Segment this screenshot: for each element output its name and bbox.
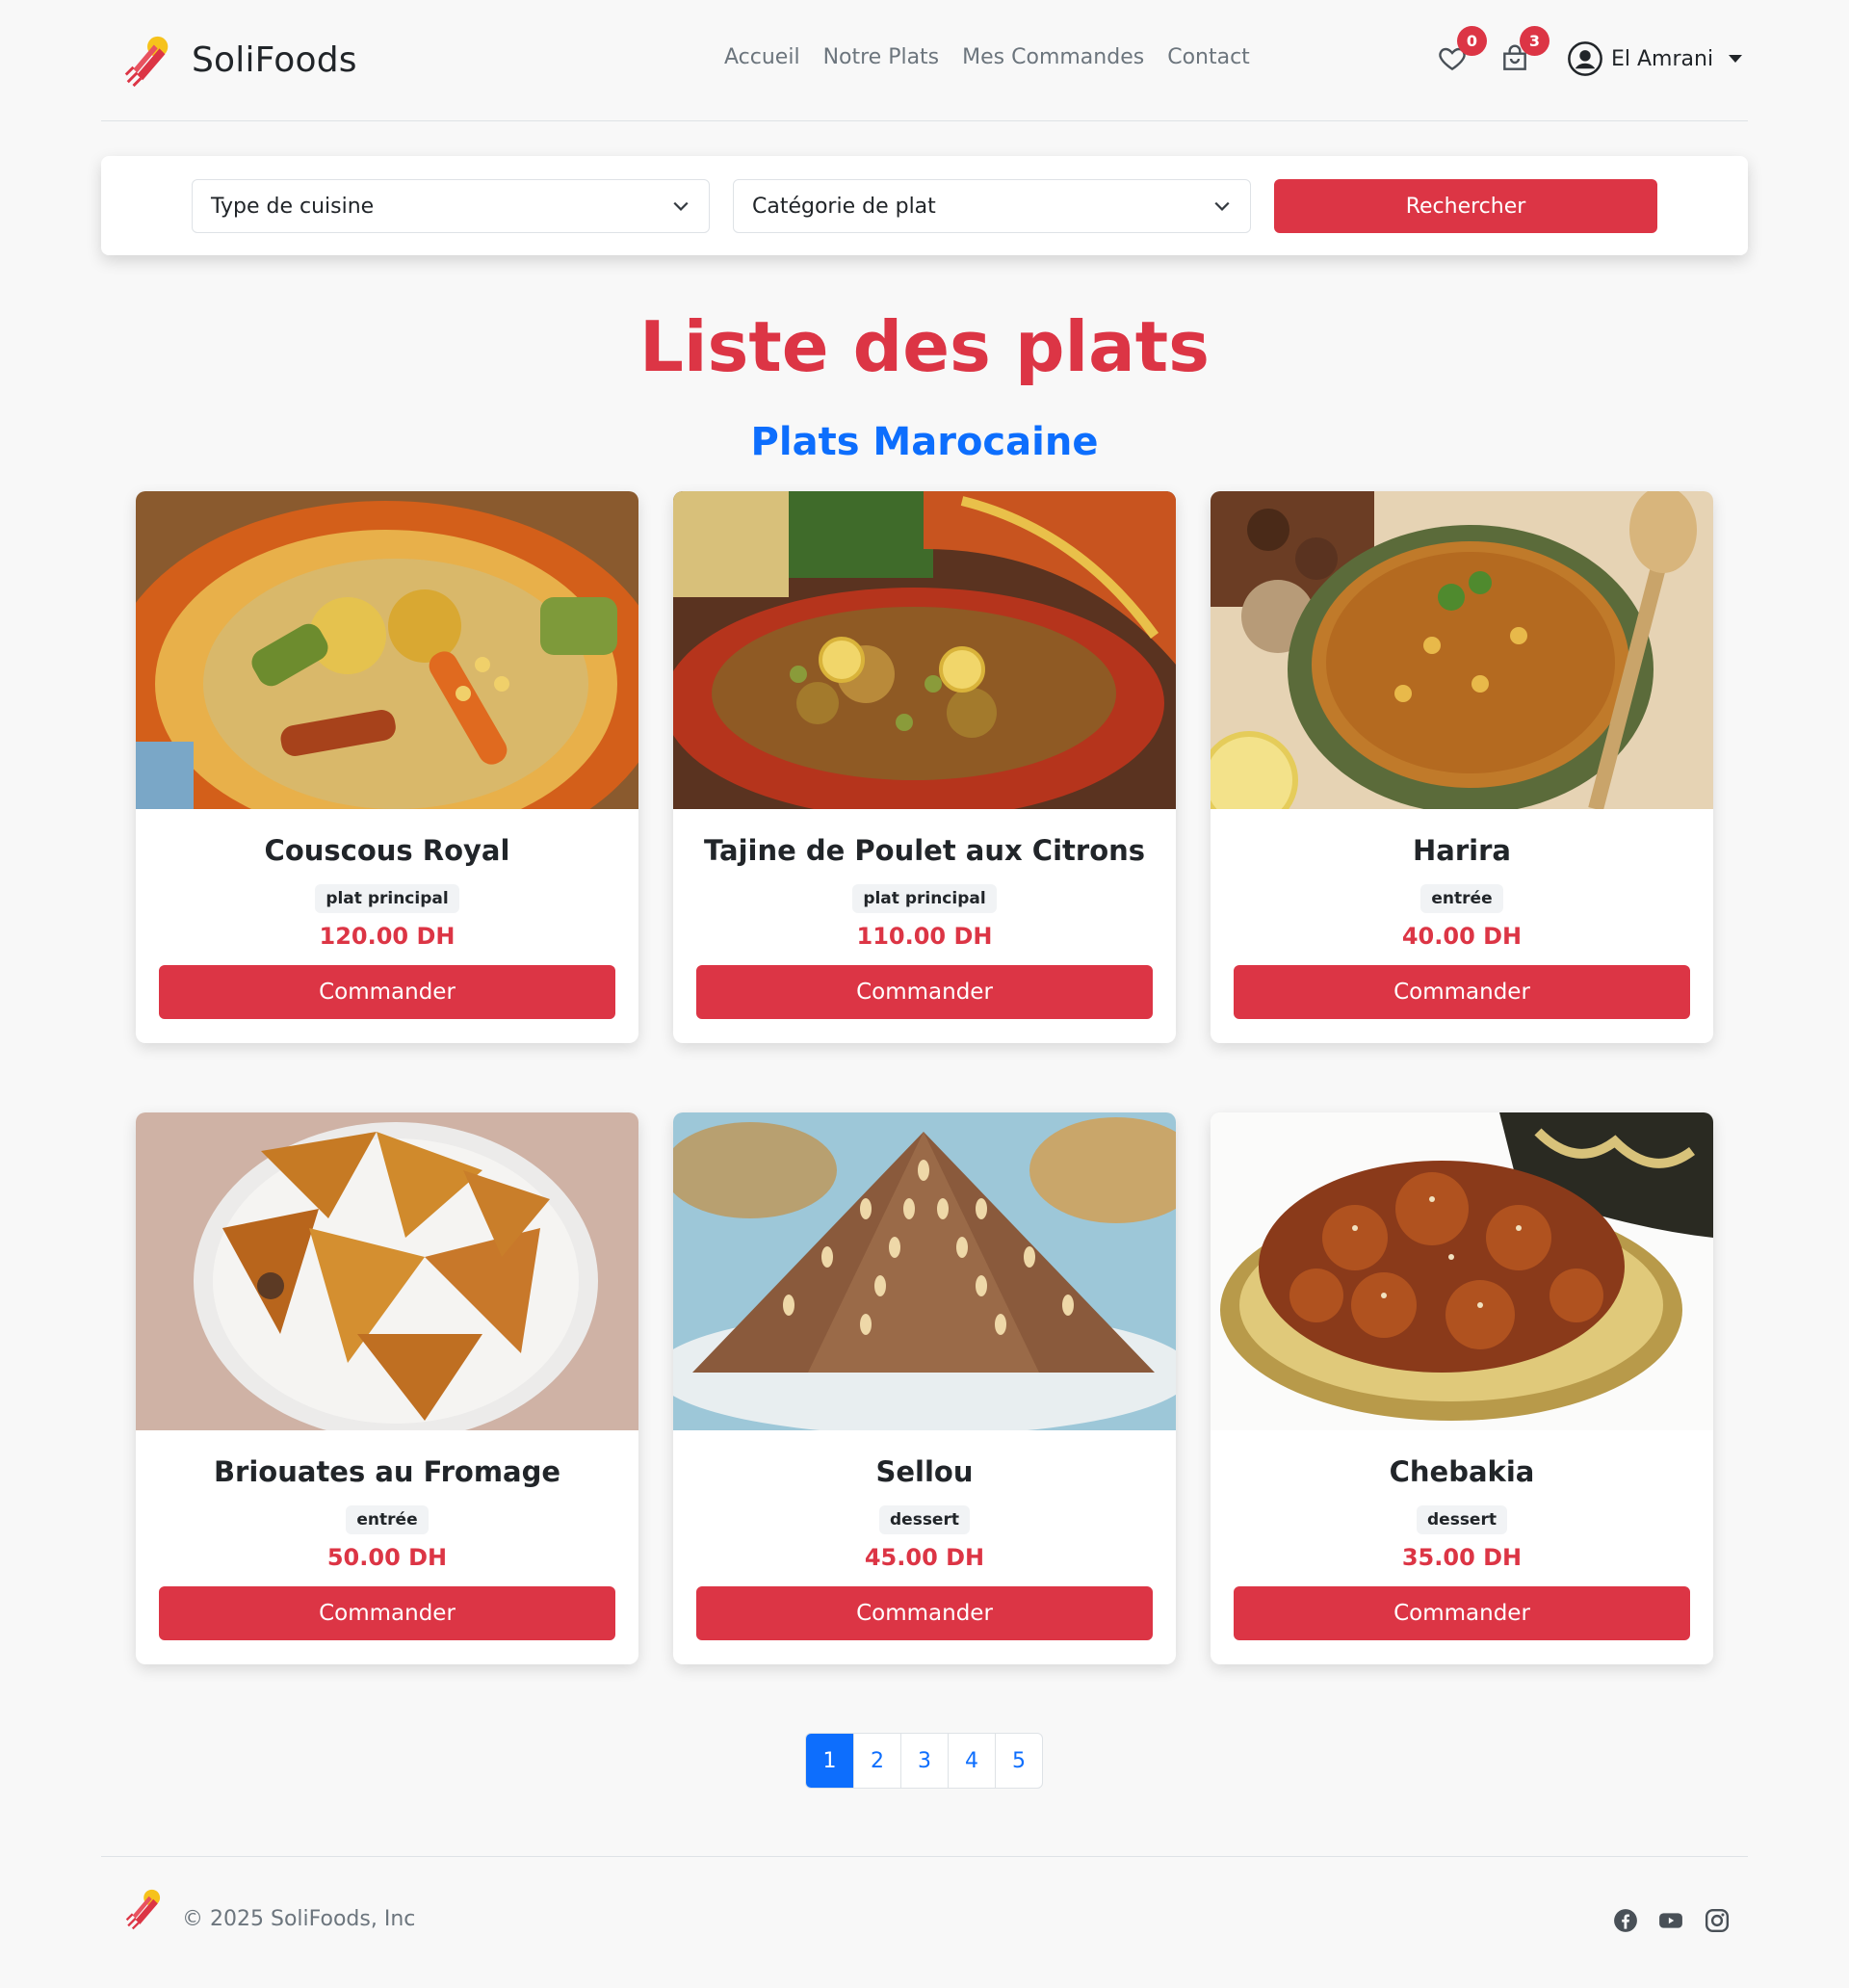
brand-name: SoliFoods bbox=[192, 39, 357, 80]
caret-down-icon bbox=[1729, 55, 1743, 63]
dish-price: 40.00 DH bbox=[1401, 923, 1523, 950]
favorites-button[interactable]: 0 bbox=[1437, 26, 1487, 78]
dish-image bbox=[1211, 491, 1713, 809]
order-button[interactable]: Commander bbox=[696, 965, 1153, 1019]
dish-card: Couscous Royal plat principal 120.00 DH … bbox=[136, 491, 638, 1043]
dish-name: Tajine de Poulet aux Citrons bbox=[703, 834, 1146, 867]
order-button[interactable]: Commander bbox=[159, 1586, 615, 1640]
user-name: El Amrani bbox=[1611, 46, 1714, 71]
site-header: SoliFoods Accueil Notre Plats Mes Comman… bbox=[101, 0, 1748, 121]
page-2[interactable]: 2 bbox=[853, 1734, 900, 1788]
dish-price: 35.00 DH bbox=[1401, 1544, 1523, 1571]
rocket-logo-icon bbox=[124, 36, 169, 88]
dish-name: Sellou bbox=[875, 1455, 974, 1488]
youtube-icon[interactable] bbox=[1658, 1908, 1683, 1933]
favorites-count-badge: 0 bbox=[1457, 26, 1487, 56]
dish-category-badge: dessert bbox=[879, 1505, 970, 1534]
dish-card: Tajine de Poulet aux Citrons plat princi… bbox=[673, 491, 1176, 1043]
dish-price: 50.00 DH bbox=[326, 1544, 448, 1571]
dish-image bbox=[136, 1112, 638, 1430]
page-3[interactable]: 3 bbox=[900, 1734, 948, 1788]
dish-category-badge: plat principal bbox=[852, 884, 997, 913]
main-nav: Accueil Notre Plats Mes Commandes Contac… bbox=[724, 45, 1250, 69]
facebook-icon[interactable] bbox=[1613, 1908, 1638, 1933]
dish-price: 120.00 DH bbox=[319, 923, 456, 950]
cuisine-type-select[interactable]: Type de cuisine bbox=[192, 179, 710, 233]
search-filter-bar: Type de cuisine Catégorie de plat Recher… bbox=[101, 156, 1748, 255]
dish-image bbox=[1211, 1112, 1713, 1430]
section-title: Plats Marocaine bbox=[750, 420, 1099, 464]
copyright: © 2025 SoliFoods, Inc bbox=[182, 1907, 416, 1931]
site-footer: © 2025 SoliFoods, Inc bbox=[101, 1856, 1748, 1952]
page-1[interactable]: 1 bbox=[806, 1734, 853, 1788]
order-button[interactable]: Commander bbox=[1234, 965, 1690, 1019]
user-menu[interactable]: El Amrani bbox=[1567, 40, 1743, 77]
dish-card: Harira entrée 40.00 DH Commander bbox=[1211, 491, 1713, 1043]
dish-card: Briouates au Fromage entrée 50.00 DH Com… bbox=[136, 1112, 638, 1664]
cuisine-type-value: Type de cuisine bbox=[211, 194, 375, 219]
pagination: 1 2 3 4 5 bbox=[805, 1733, 1043, 1789]
dish-name: Couscous Royal bbox=[264, 834, 510, 867]
page-4[interactable]: 4 bbox=[948, 1734, 995, 1788]
dish-name: Harira bbox=[1413, 834, 1511, 867]
chevron-down-icon bbox=[673, 201, 689, 211]
rocket-logo-icon[interactable] bbox=[122, 1886, 167, 1930]
dish-image bbox=[136, 491, 638, 809]
dish-name: Chebakia bbox=[1389, 1455, 1535, 1488]
dish-category-value: Catégorie de plat bbox=[752, 194, 936, 219]
brand[interactable]: SoliFoods bbox=[120, 32, 357, 88]
dish-price: 110.00 DH bbox=[856, 923, 993, 950]
cart-count-badge: 3 bbox=[1520, 26, 1550, 56]
nav-mes-commandes[interactable]: Mes Commandes bbox=[962, 45, 1144, 69]
dish-card: Sellou dessert 45.00 DH Commander bbox=[673, 1112, 1176, 1664]
nav-accueil[interactable]: Accueil bbox=[724, 45, 800, 69]
dish-category-badge: plat principal bbox=[315, 884, 459, 913]
nav-notre-plats[interactable]: Notre Plats bbox=[823, 45, 940, 69]
order-button[interactable]: Commander bbox=[159, 965, 615, 1019]
instagram-icon[interactable] bbox=[1705, 1908, 1730, 1933]
user-avatar-icon bbox=[1568, 41, 1602, 76]
dish-image bbox=[673, 491, 1176, 809]
chevron-down-icon bbox=[1214, 201, 1230, 211]
dish-name: Briouates au Fromage bbox=[213, 1455, 561, 1488]
dish-card: Chebakia dessert 35.00 DH Commander bbox=[1211, 1112, 1713, 1664]
order-button[interactable]: Commander bbox=[1234, 1586, 1690, 1640]
cart-button[interactable]: 3 bbox=[1499, 26, 1550, 78]
dish-image bbox=[673, 1112, 1176, 1430]
dish-category-badge: entrée bbox=[346, 1505, 429, 1534]
page-5[interactable]: 5 bbox=[995, 1734, 1042, 1788]
dish-category-select[interactable]: Catégorie de plat bbox=[733, 179, 1251, 233]
dish-category-badge: dessert bbox=[1417, 1505, 1507, 1534]
order-button[interactable]: Commander bbox=[696, 1586, 1153, 1640]
dish-price: 45.00 DH bbox=[864, 1544, 985, 1571]
search-button[interactable]: Rechercher bbox=[1274, 179, 1657, 233]
page-title: Liste des plats bbox=[638, 306, 1211, 387]
dish-category-badge: entrée bbox=[1420, 884, 1503, 913]
nav-contact[interactable]: Contact bbox=[1167, 45, 1250, 69]
